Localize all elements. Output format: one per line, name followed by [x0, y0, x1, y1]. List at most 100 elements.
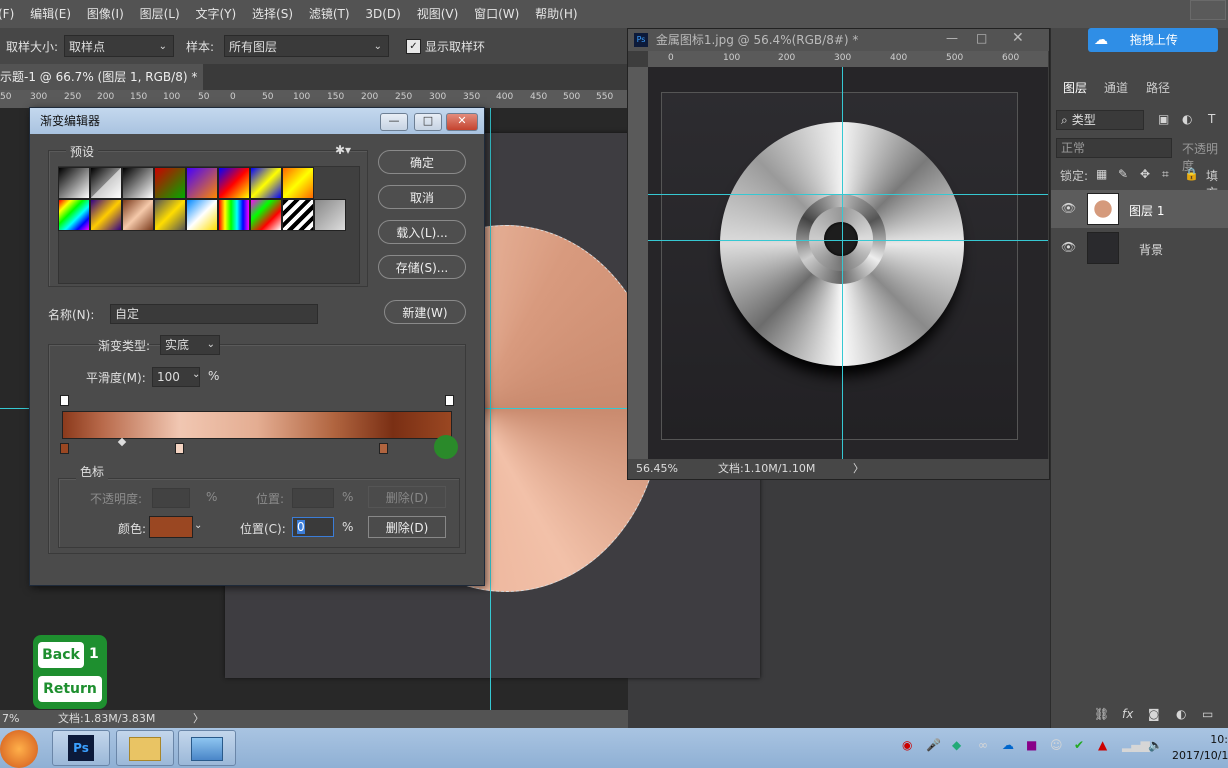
- selected-color-stop[interactable]: [434, 435, 458, 459]
- menu-help[interactable]: 帮助(H): [529, 0, 583, 28]
- menu-file[interactable]: (F): [0, 0, 20, 28]
- preset-swatch[interactable]: [58, 167, 90, 199]
- microphone-icon[interactable]: 🎤: [926, 738, 941, 752]
- eye-icon[interactable]: 👁: [1061, 201, 1076, 215]
- sample-select[interactable]: 所有图层 ⌄: [224, 35, 389, 57]
- preset-swatch[interactable]: [122, 199, 154, 231]
- gradient-type-select[interactable]: 实底 ⌄: [160, 335, 220, 355]
- eye-icon[interactable]: 👁: [1061, 240, 1076, 254]
- color-stop[interactable]: [60, 443, 69, 454]
- lock-artboard-icon[interactable]: ⌗: [1162, 167, 1169, 182]
- preset-swatch[interactable]: [218, 199, 250, 231]
- load-button[interactable]: 载入(L)...: [378, 220, 466, 244]
- return-button[interactable]: Return: [38, 676, 102, 702]
- opacity-stop[interactable]: [445, 395, 454, 406]
- menu-window[interactable]: 窗口(W): [468, 0, 525, 28]
- clock[interactable]: 10: 2017/10/1: [1172, 732, 1228, 764]
- gear-icon[interactable]: ✱▾: [335, 143, 351, 157]
- delete-button[interactable]: 删除(D): [368, 516, 446, 538]
- preset-swatch[interactable]: [218, 167, 250, 199]
- mask-icon[interactable]: ◙: [1148, 707, 1160, 721]
- tray-app-icon[interactable]: ◉: [902, 738, 912, 752]
- menu-select[interactable]: 选择(S): [246, 0, 299, 28]
- show-ring-checkbox[interactable]: ✓: [406, 39, 421, 54]
- close-icon[interactable]: ✕: [1012, 30, 1024, 46]
- layer-filter-select[interactable]: ⌕ 类型: [1056, 110, 1144, 130]
- tab-channels[interactable]: 通道: [1104, 74, 1128, 102]
- preset-swatch[interactable]: [122, 167, 154, 199]
- vertical-guide[interactable]: [490, 108, 491, 710]
- tray-app-icon[interactable]: ▲: [1098, 738, 1107, 752]
- document-tab[interactable]: 示题-1 @ 66.7% (图层 1, RGB/8) * ×: [0, 64, 204, 110]
- preset-swatch[interactable]: [250, 167, 282, 199]
- layer-row[interactable]: 👁 图层 1: [1051, 190, 1228, 228]
- start-button[interactable]: [0, 730, 38, 768]
- chevron-down-icon[interactable]: ⌄: [194, 520, 202, 531]
- taskbar-photoshop[interactable]: Ps: [52, 730, 110, 766]
- tab-layers[interactable]: 图层: [1063, 74, 1087, 102]
- back-button[interactable]: Back: [38, 642, 84, 668]
- tab-paths[interactable]: 路径: [1146, 74, 1170, 102]
- menu-type[interactable]: 文字(Y): [190, 0, 243, 28]
- preset-swatch[interactable]: [186, 167, 218, 199]
- menu-filter[interactable]: 滤镜(T): [303, 0, 356, 28]
- preset-swatch[interactable]: [58, 199, 90, 231]
- adjustment-filter-icon[interactable]: ◐: [1182, 112, 1192, 126]
- type-filter-icon[interactable]: T: [1208, 112, 1215, 126]
- status-arrow-icon[interactable]: 〉: [853, 459, 864, 479]
- volume-icon[interactable]: 🔈: [1148, 738, 1163, 752]
- link-icon[interactable]: ⛓: [1094, 707, 1109, 721]
- color-swatch[interactable]: [149, 516, 193, 538]
- menu-edit[interactable]: 编辑(E): [24, 0, 77, 28]
- folder-icon[interactable]: ▭: [1202, 707, 1213, 721]
- cancel-button[interactable]: 取消: [378, 185, 466, 209]
- name-field[interactable]: 自定: [110, 304, 318, 324]
- tray-app-icon[interactable]: ☺: [1050, 738, 1063, 752]
- horizontal-guide[interactable]: [648, 240, 1048, 241]
- image-filter-icon[interactable]: ▣: [1158, 112, 1169, 126]
- minimize-icon[interactable]: —: [946, 31, 958, 45]
- status-arrow-icon[interactable]: 〉: [193, 710, 204, 728]
- security-icon[interactable]: ✔: [1074, 738, 1084, 752]
- tray-app-icon[interactable]: ■: [1026, 738, 1037, 752]
- sample-size-select[interactable]: 取样点 ⌄: [64, 35, 174, 57]
- lock-transparency-icon[interactable]: ▦: [1096, 167, 1107, 181]
- menu-image[interactable]: 图像(I): [81, 0, 130, 28]
- menu-layer[interactable]: 图层(L): [134, 0, 186, 28]
- layer-row[interactable]: 👁 背景: [1051, 229, 1228, 267]
- save-button[interactable]: 存储(S)...: [378, 255, 466, 279]
- new-button[interactable]: 新建(W): [384, 300, 466, 324]
- preset-swatch[interactable]: [186, 199, 218, 231]
- color-stop[interactable]: [379, 443, 388, 454]
- preset-swatch[interactable]: [250, 199, 282, 231]
- lock-all-icon[interactable]: 🔒: [1184, 167, 1199, 181]
- vertical-guide[interactable]: [842, 67, 843, 459]
- maximize-icon[interactable]: □: [976, 31, 987, 45]
- tray-app-icon[interactable]: ◆: [952, 738, 961, 752]
- lock-move-icon[interactable]: ✥: [1140, 167, 1150, 181]
- minimize-button[interactable]: —: [380, 113, 408, 131]
- taskbar-image-viewer[interactable]: [178, 730, 236, 766]
- cloud-icon[interactable]: ☁: [1002, 738, 1014, 752]
- horizontal-guide[interactable]: [648, 194, 1048, 195]
- lock-brush-icon[interactable]: ✎: [1118, 167, 1128, 181]
- menu-view[interactable]: 视图(V): [411, 0, 465, 28]
- blend-mode-select[interactable]: 正常: [1056, 138, 1172, 158]
- preset-swatch[interactable]: [154, 199, 186, 231]
- gradient-bar[interactable]: [62, 411, 452, 439]
- maximize-button[interactable]: □: [414, 113, 442, 131]
- preset-swatch[interactable]: [314, 199, 346, 231]
- menu-3d[interactable]: 3D(D): [359, 0, 406, 28]
- location-field[interactable]: 0: [292, 517, 334, 537]
- preset-swatch[interactable]: [90, 167, 122, 199]
- taskbar-explorer[interactable]: [116, 730, 174, 766]
- upload-button[interactable]: ☁ 拖拽上传: [1088, 28, 1218, 52]
- preset-swatch[interactable]: [154, 167, 186, 199]
- network-icon[interactable]: ▂▄▆: [1122, 738, 1150, 752]
- preset-swatch[interactable]: [90, 199, 122, 231]
- zoom-readout[interactable]: 56.45%: [636, 459, 678, 479]
- chevron-down-icon[interactable]: ⌄: [192, 369, 200, 380]
- preset-swatch[interactable]: [282, 167, 314, 199]
- preset-swatch[interactable]: [282, 199, 314, 231]
- ok-button[interactable]: 确定: [378, 150, 466, 174]
